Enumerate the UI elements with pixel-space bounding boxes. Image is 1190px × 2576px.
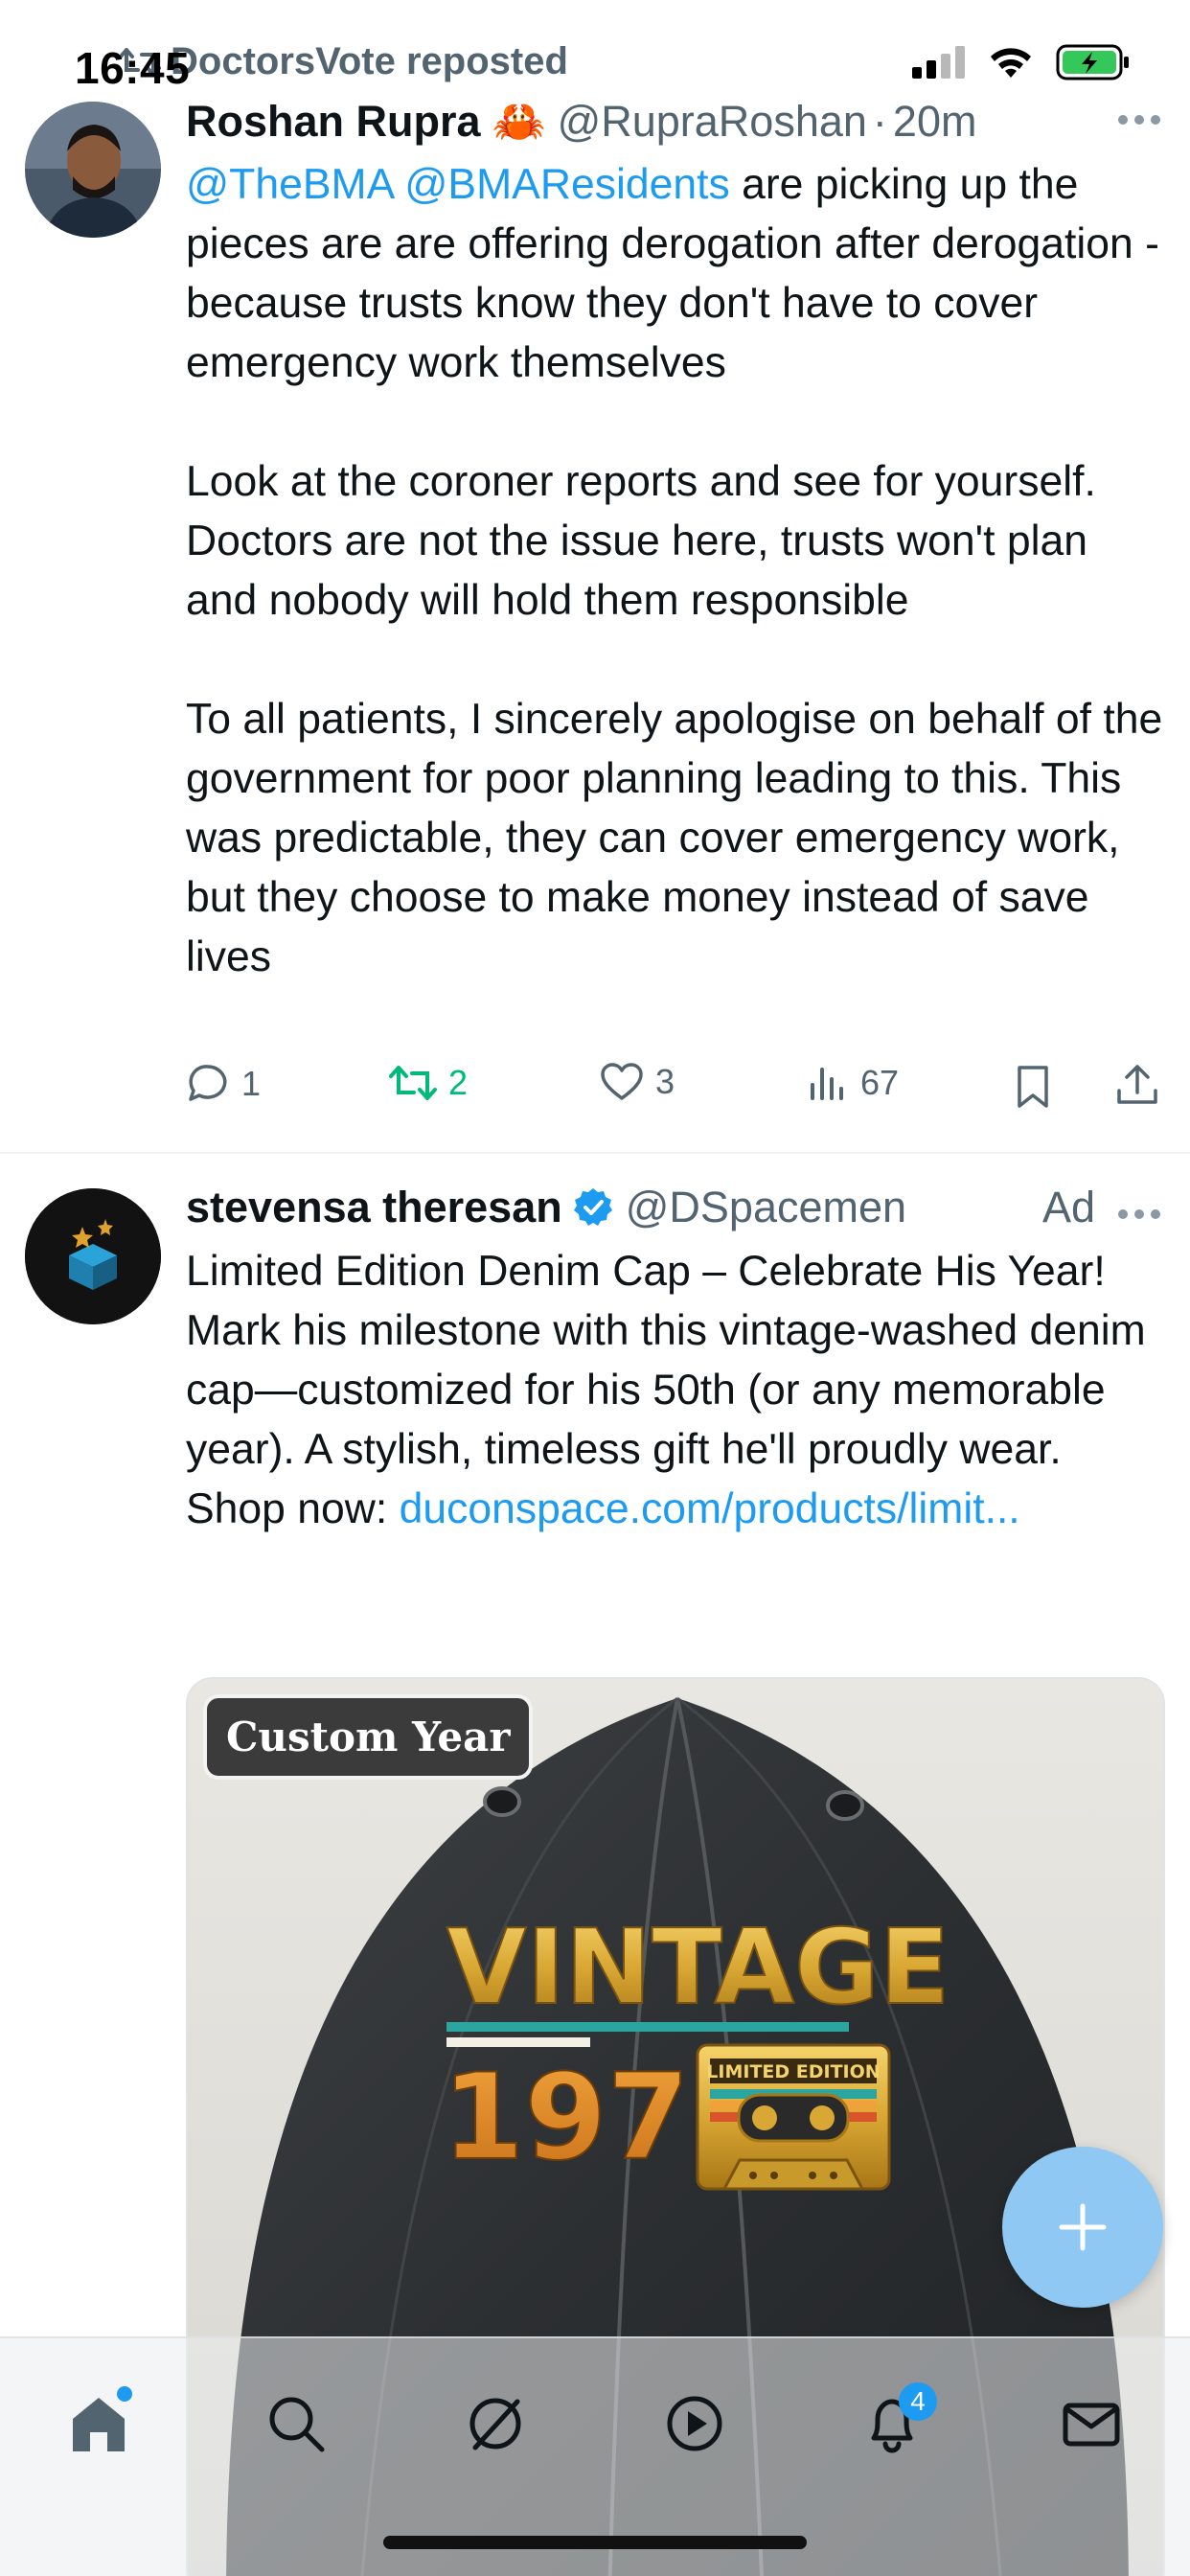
- nav-notifications[interactable]: 4: [849, 2380, 937, 2467]
- reply-count: 1: [241, 1064, 262, 1103]
- ad-body: Mark his milestone with this vintage-was…: [186, 1307, 1146, 1473]
- like-button[interactable]: 3: [600, 1062, 675, 1102]
- tweet-paragraph: To all patients, I sincerely apologise o…: [186, 696, 1163, 980]
- home-unread-dot: [117, 2386, 132, 2402]
- reply-button[interactable]: 1: [186, 1062, 261, 1106]
- author-name[interactable]: Roshan Rupra: [186, 97, 481, 147]
- tweet[interactable]: Roshan Rupra 🦀 @RupraRoshan · 20m @TheBM…: [0, 0, 1190, 1150]
- notifications-badge: 4: [899, 2382, 937, 2421]
- verified-badge-icon: [573, 1188, 612, 1226]
- repost-button[interactable]: 2: [389, 1062, 468, 1104]
- product-link[interactable]: duconspace.com/products/limit...: [400, 1485, 1020, 1532]
- bookmark-icon[interactable]: [1014, 1064, 1052, 1110]
- advertiser-avatar[interactable]: [25, 1188, 161, 1324]
- avatar[interactable]: [25, 102, 161, 238]
- grok-icon: [469, 2398, 521, 2450]
- tweet-paragraph: @TheBMA @BMAResidents are picking up the…: [186, 155, 1163, 393]
- repost-count: 2: [448, 1063, 469, 1102]
- more-options-icon[interactable]: [1117, 1208, 1161, 1221]
- nav-search[interactable]: [253, 2380, 339, 2467]
- repost-text: DoctorsVote reposted: [171, 40, 568, 82]
- tweet-header: Roshan Rupra 🦀 @RupraRoshan · 20m: [186, 96, 976, 147]
- separator-dot: ·: [872, 96, 887, 146]
- ad-shop-line: Shop now: duconspace.com/products/limit.…: [186, 1480, 1163, 1539]
- cap-badge-text: LIMITED EDITION: [706, 2061, 880, 2082]
- play-icon: [667, 2396, 722, 2451]
- author-handle[interactable]: @RupraRoshan: [558, 97, 867, 147]
- repost-icon: [389, 1066, 437, 1100]
- reply-icon: [189, 1065, 227, 1101]
- views-chart-icon: [811, 1068, 843, 1100]
- mention-link[interactable]: @BMAResidents: [404, 161, 730, 208]
- view-count: 67: [860, 1063, 900, 1102]
- ad-headline: Limited Edition Denim Cap – Celebrate Hi…: [186, 1248, 1106, 1295]
- heart-icon: [601, 1063, 643, 1100]
- nav-home[interactable]: [56, 2380, 142, 2467]
- views-button[interactable]: 67: [807, 1062, 899, 1104]
- advertiser-handle[interactable]: @DSpacemen: [626, 1183, 906, 1232]
- share-icon[interactable]: [1115, 1062, 1159, 1108]
- like-count: 3: [655, 1062, 675, 1101]
- more-options-icon[interactable]: [1117, 113, 1161, 126]
- plus-icon: [1059, 2203, 1107, 2251]
- tweet-header: stevensa theresan @DSpacemen: [186, 1183, 906, 1232]
- custom-year-tag: Custom Year: [203, 1694, 534, 1780]
- cap-vintage-text: VINTAGE: [446, 1908, 950, 2028]
- home-indicator: [383, 2536, 807, 2549]
- ad-text: Limited Edition Denim Cap – Celebrate Hi…: [186, 1242, 1163, 1539]
- search-icon: [269, 2397, 325, 2452]
- status-time: 16:45: [75, 43, 191, 93]
- tweet-paragraph: Look at the coroner reports and see for …: [186, 458, 1096, 624]
- ad-label: Ad: [1042, 1183, 1096, 1231]
- tweet-text: @TheBMA @BMAResidents are picking up the…: [186, 155, 1163, 987]
- nav-grok[interactable]: [452, 2380, 538, 2467]
- nav-videos[interactable]: [652, 2380, 738, 2467]
- nav-messages[interactable]: [1048, 2380, 1134, 2467]
- compose-button[interactable]: [1002, 2147, 1163, 2308]
- cassette-graphic: LIMITED EDITION: [696, 2043, 891, 2191]
- tweet-actions: 1 2 3 67: [186, 1062, 1163, 1116]
- crab-emoji: 🦀: [492, 97, 546, 146]
- shop-label: Shop now:: [186, 1485, 400, 1532]
- tweet-time[interactable]: 20m: [893, 97, 977, 147]
- mail-icon: [1063, 2403, 1120, 2447]
- advertiser-name[interactable]: stevensa theresan: [186, 1183, 562, 1232]
- mention-link[interactable]: @TheBMA: [186, 161, 393, 208]
